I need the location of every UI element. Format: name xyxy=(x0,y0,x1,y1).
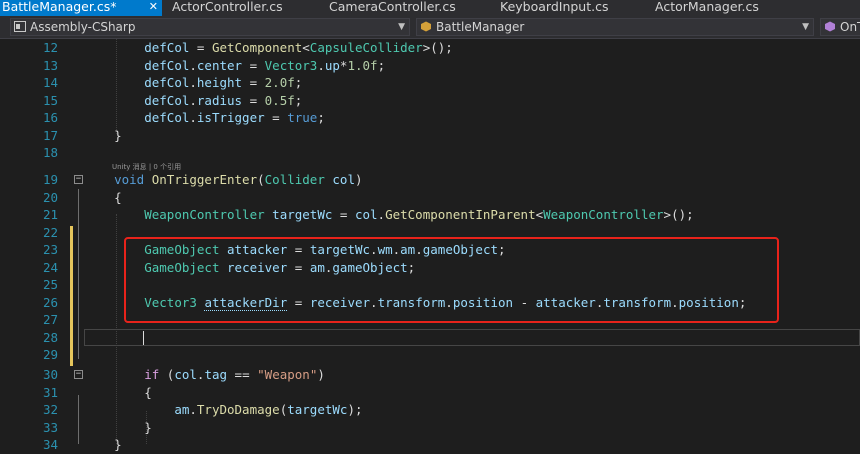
tab-label: ActorManager.cs xyxy=(655,0,759,14)
class-name: BattleManager xyxy=(436,20,525,34)
code-line: 14 defCol.height = 2.0f; xyxy=(0,74,860,92)
member-name: OnTrig xyxy=(840,20,860,34)
tab-actorcontroller[interactable]: ActorController.cs xyxy=(172,0,283,16)
code-text: WeaponController targetWc = col.GetCompo… xyxy=(144,207,694,222)
line-number: 25 xyxy=(42,277,58,292)
code-line: 32 am.TryDoDamage(targetWc); xyxy=(0,401,860,419)
code-line: 12 defCol = GetComponent<CapsuleCollider… xyxy=(0,39,860,57)
code-text: } xyxy=(84,437,122,452)
code-text: defCol.height = 2.0f; xyxy=(144,75,303,90)
line-number: 16 xyxy=(42,110,58,125)
chevron-down-icon: ▼ xyxy=(398,22,405,32)
line-number: 34 xyxy=(42,437,58,452)
line-number: 31 xyxy=(42,384,58,400)
line-number: 14 xyxy=(42,75,58,90)
code-text: } xyxy=(84,127,122,143)
chevron-down-icon: ▼ xyxy=(802,22,809,32)
line-number: 13 xyxy=(42,57,58,73)
code-text: defCol = GetComponent<CapsuleCollider>()… xyxy=(144,40,453,55)
code-line: 29 xyxy=(0,346,860,364)
tab-label: KeyboardInput.cs xyxy=(500,0,609,14)
navigation-bar: Assembly-CSharp ▼ BattleManager ▼ OnTrig xyxy=(0,16,860,39)
line-number: 23 xyxy=(42,242,58,257)
line-number: 18 xyxy=(42,145,58,160)
code-text: { xyxy=(84,189,122,205)
code-line: 33 } xyxy=(0,419,860,437)
line-number: 15 xyxy=(42,92,58,108)
project-name: Assembly-CSharp xyxy=(30,20,136,34)
code-line: 31 { xyxy=(0,384,860,402)
tab-label: CameraController.cs xyxy=(329,0,456,14)
tab-keyboardinput[interactable]: KeyboardInput.cs xyxy=(500,0,608,16)
tab-label: ActorController.cs xyxy=(172,0,283,14)
close-tab-icon[interactable]: ✕ xyxy=(149,0,158,14)
collapse-icon[interactable]: − xyxy=(74,370,83,379)
code-line: 20 { xyxy=(0,189,860,207)
code-editor[interactable]: 12 defCol = GetComponent<CapsuleCollider… xyxy=(0,39,860,452)
line-number: 32 xyxy=(42,402,58,417)
document-tab-bar: BattleManager.cs* ✕ ActorController.cs C… xyxy=(0,0,860,16)
annotation-highlight-box xyxy=(124,237,779,323)
code-text: void OnTriggerEnter(Collider col) xyxy=(114,172,363,187)
line-number: 30 xyxy=(42,367,58,382)
code-line: 17 } xyxy=(0,127,860,145)
class-dropdown[interactable]: BattleManager ▼ xyxy=(416,18,814,36)
current-line-highlight xyxy=(84,329,860,346)
line-number: 33 xyxy=(42,419,58,435)
code-line: 30 − if (col.tag == "Weapon") xyxy=(0,366,860,384)
line-number: 26 xyxy=(42,294,58,310)
text-caret xyxy=(143,331,144,345)
code-text: defCol.center = Vector3.up*1.0f; xyxy=(144,57,386,73)
code-text: am.TryDoDamage(targetWc); xyxy=(174,402,363,417)
code-line: 18 xyxy=(0,144,860,162)
line-number: 28 xyxy=(42,329,58,345)
line-number: 12 xyxy=(42,40,58,55)
code-line: 34 } xyxy=(0,436,860,454)
code-line: 13 defCol.center = Vector3.up*1.0f; xyxy=(0,57,860,75)
tab-cameracontroller[interactable]: CameraController.cs xyxy=(329,0,456,16)
method-icon xyxy=(825,21,835,32)
code-line: 21 WeaponController targetWc = col.GetCo… xyxy=(0,206,860,224)
line-number: 24 xyxy=(42,259,58,275)
project-dropdown[interactable]: Assembly-CSharp ▼ xyxy=(10,18,410,36)
line-number: 20 xyxy=(42,189,58,205)
line-number: 22 xyxy=(42,224,58,240)
class-icon xyxy=(421,21,431,32)
code-line: 16 defCol.isTrigger = true; xyxy=(0,109,860,127)
code-text: if (col.tag == "Weapon") xyxy=(144,367,325,382)
line-number: 29 xyxy=(42,347,58,362)
tab-battlemanager[interactable]: BattleManager.cs* ✕ xyxy=(0,0,162,16)
line-number: 17 xyxy=(42,127,58,143)
line-number: 19 xyxy=(42,172,58,187)
member-dropdown[interactable]: OnTrig xyxy=(820,18,860,36)
code-text: } xyxy=(84,419,152,435)
tab-label: BattleManager.cs* xyxy=(2,0,117,14)
code-text: defCol.isTrigger = true; xyxy=(144,110,325,125)
code-text: { xyxy=(84,384,152,400)
line-number: 21 xyxy=(42,207,58,222)
code-text: defCol.radius = 0.5f; xyxy=(144,92,303,108)
code-line: 19 − void OnTriggerEnter(Collider col) xyxy=(0,171,860,189)
line-number: 27 xyxy=(42,312,58,327)
collapse-icon[interactable]: − xyxy=(74,175,83,184)
tab-actormanager[interactable]: ActorManager.cs xyxy=(655,0,759,16)
code-line: 15 defCol.radius = 0.5f; xyxy=(0,92,860,110)
csharp-project-icon xyxy=(14,21,26,32)
